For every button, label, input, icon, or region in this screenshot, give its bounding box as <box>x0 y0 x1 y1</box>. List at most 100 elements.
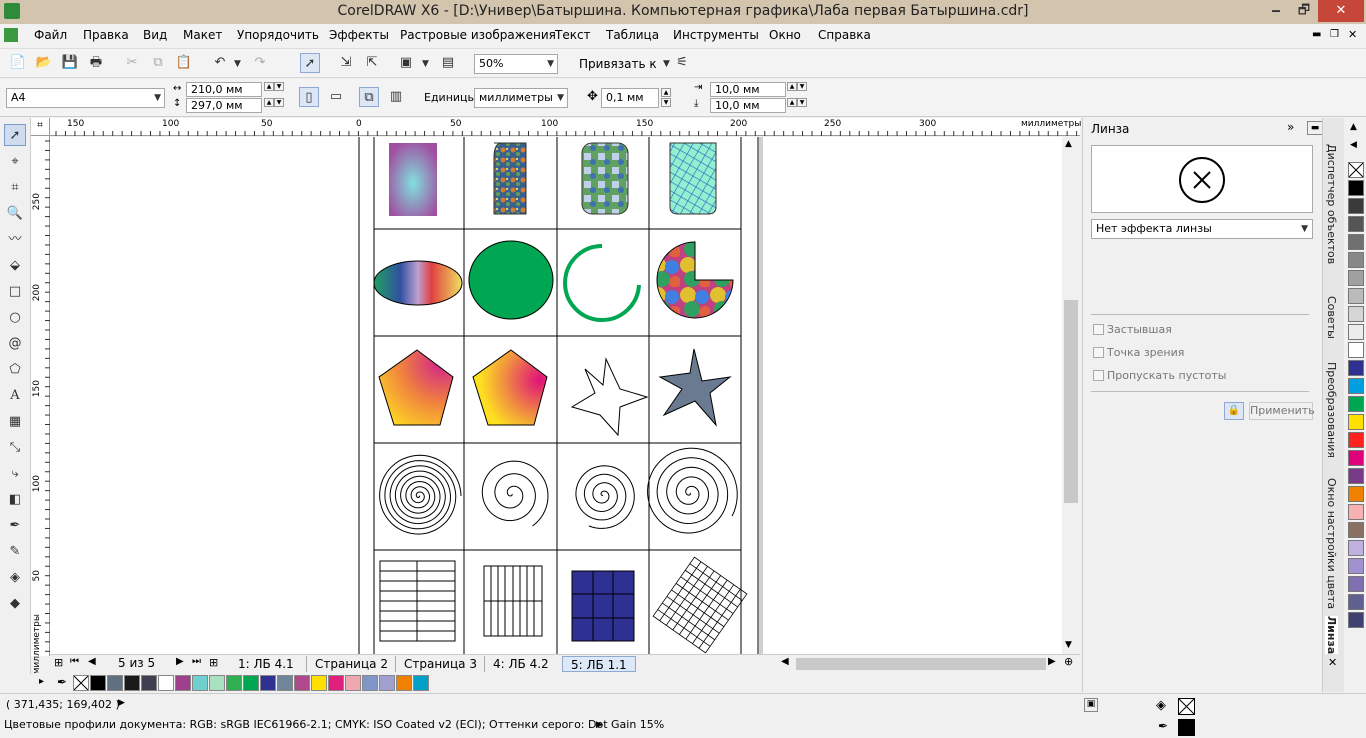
color-swatch[interactable] <box>226 675 242 691</box>
connector-tool-icon[interactable]: ⤷ <box>4 463 26 485</box>
page-width-field[interactable]: 210,0 мм <box>186 82 262 97</box>
frozen-checkbox[interactable] <box>1093 324 1104 335</box>
all-pages-icon[interactable]: ⧉ <box>359 87 379 107</box>
menu-file[interactable]: Файл <box>34 28 67 42</box>
zoom-level-select[interactable]: 50% ▼ <box>474 54 558 74</box>
minimize-button[interactable]: 🗕 <box>1262 0 1290 22</box>
redo-icon[interactable]: ↷ <box>250 53 270 73</box>
menu-bitmaps[interactable]: Растровые изображения <box>400 28 556 42</box>
new-icon[interactable]: 📄 <box>8 53 28 73</box>
snap-dropdown-icon[interactable]: ▼ <box>663 59 670 69</box>
dimension-tool-icon[interactable]: ⤡ <box>4 437 26 459</box>
color-swatch[interactable] <box>1348 378 1364 394</box>
outline-pen-icon[interactable]: ✎ <box>4 541 26 563</box>
scroll-up-icon[interactable]: ▲ <box>1065 139 1072 149</box>
menu-help[interactable]: Справка <box>818 28 871 42</box>
color-swatch[interactable] <box>1348 360 1364 376</box>
color-swatch[interactable] <box>243 675 259 691</box>
color-swatch[interactable] <box>379 675 395 691</box>
export-icon[interactable]: ⇱ <box>362 53 382 73</box>
lock-icon[interactable]: 🔒 <box>1224 402 1244 420</box>
tab-object-manager[interactable]: Диспетчер объектов <box>1325 144 1338 264</box>
color-swatch[interactable] <box>1348 252 1364 268</box>
color-swatch[interactable] <box>345 675 361 691</box>
page-size-select[interactable]: A4 ▼ <box>6 88 165 108</box>
undo-icon[interactable]: ↶ <box>210 53 230 73</box>
options-icon[interactable]: ⚟ <box>672 53 692 73</box>
color-swatch[interactable] <box>1348 486 1364 502</box>
color-swatch[interactable] <box>1348 558 1364 574</box>
menu-window[interactable]: Окно <box>769 28 801 42</box>
color-swatch[interactable] <box>90 675 106 691</box>
color-swatch[interactable] <box>1348 504 1364 520</box>
first-page-icon[interactable]: ⏮ <box>70 656 79 667</box>
import-icon[interactable]: ⇲ <box>336 53 356 73</box>
close-button[interactable]: ✕ <box>1318 0 1364 22</box>
color-swatch[interactable] <box>209 675 225 691</box>
dupx-spin-up[interactable]: ▲ <box>787 82 797 91</box>
dupx-spin-down[interactable]: ▼ <box>797 82 807 91</box>
eyedropper-icon[interactable]: ✒ <box>4 515 26 537</box>
menu-edit[interactable]: Правка <box>83 28 129 42</box>
page-tab-2[interactable]: Страница 2 <box>306 656 396 672</box>
duplicate-x-field[interactable]: 10,0 мм <box>710 82 786 97</box>
next-page-icon[interactable]: ▶ <box>176 656 184 667</box>
color-swatch[interactable] <box>260 675 276 691</box>
rectangle-tool-icon[interactable]: □ <box>4 281 26 303</box>
tab-hints[interactable]: Советы <box>1325 296 1338 339</box>
color-swatch[interactable] <box>413 675 429 691</box>
tab-lens[interactable]: Линза <box>1325 616 1338 655</box>
add-page-before-icon[interactable]: ⊞ <box>54 656 63 669</box>
color-swatch[interactable] <box>1348 522 1364 538</box>
color-swatch[interactable] <box>1348 180 1364 196</box>
page-tab-5-active[interactable]: 5: ЛБ 1.1 <box>562 656 636 672</box>
width-spin-down[interactable]: ▼ <box>274 82 284 91</box>
page-height-field[interactable]: 297,0 мм <box>186 98 262 113</box>
save-icon[interactable]: 💾 <box>60 53 80 73</box>
color-swatch[interactable] <box>277 675 293 691</box>
print-icon[interactable]: 🖶 <box>86 53 106 73</box>
fill-color-indicator[interactable] <box>1178 698 1195 715</box>
scroll-thumb[interactable] <box>1064 300 1078 503</box>
color-swatch[interactable] <box>141 675 157 691</box>
tab-color-settings[interactable]: Окно настройки цвета <box>1325 478 1338 609</box>
freehand-tool-icon[interactable]: 〰 <box>4 229 26 251</box>
lens-type-select[interactable]: Нет эффекта линзы ▼ <box>1091 219 1313 239</box>
ellipse-tool-icon[interactable]: ○ <box>4 307 26 329</box>
color-swatch[interactable] <box>1348 450 1364 466</box>
pick-tool-icon[interactable]: ➚ <box>4 124 26 146</box>
menu-table[interactable]: Таблица <box>606 28 659 42</box>
duplicate-y-field[interactable]: 10,0 мм <box>710 98 786 113</box>
fill-tool-icon[interactable]: ◈ <box>4 567 26 589</box>
open-icon[interactable]: 📂 <box>34 53 54 73</box>
color-swatch[interactable] <box>1348 288 1364 304</box>
cut-icon[interactable]: ✂ <box>122 53 142 73</box>
remove-face-checkbox[interactable] <box>1093 370 1104 381</box>
interactive-fill-icon[interactable]: ◆ <box>4 593 26 615</box>
apply-button[interactable]: Применить <box>1249 402 1315 420</box>
no-color-swatch[interactable] <box>1348 162 1364 178</box>
dupy-spin-down[interactable]: ▼ <box>797 98 807 107</box>
shape-tool-icon[interactable]: ⌖ <box>4 151 26 173</box>
color-swatch[interactable] <box>1348 234 1364 250</box>
collapse-icon[interactable]: » <box>1287 120 1294 134</box>
doc-minimize-icon[interactable]: ▬ <box>1312 29 1321 40</box>
horizontal-ruler[interactable]: ⌗ 150 100 50 0 50 100 150 200 250 300 ми… <box>31 118 1081 136</box>
app-launcher-icon[interactable]: ▤ <box>438 53 458 73</box>
color-swatch[interactable] <box>1348 432 1364 448</box>
search-content-icon[interactable]: ➚ <box>300 53 320 73</box>
width-spin-up[interactable]: ▲ <box>264 82 274 91</box>
smart-fill-icon[interactable]: ⬙ <box>4 255 26 277</box>
nudge-distance-field[interactable]: 0,1 мм <box>601 88 659 108</box>
snap-to-button[interactable]: Привязать к <box>579 57 657 71</box>
color-swatch[interactable] <box>1348 216 1364 232</box>
units-select[interactable]: миллиметры ▼ <box>474 88 568 108</box>
add-page-after-icon[interactable]: ⊞ <box>209 656 218 669</box>
scroll-right-icon[interactable]: ▶ <box>1048 656 1056 667</box>
color-swatch[interactable] <box>1348 324 1364 340</box>
color-swatch[interactable] <box>362 675 378 691</box>
polygon-tool-icon[interactable]: @ <box>4 333 26 355</box>
snap-status-icon[interactable]: ▣ <box>1084 698 1098 712</box>
color-swatch[interactable] <box>192 675 208 691</box>
page-tab-4[interactable]: 4: ЛБ 4.2 <box>484 656 557 672</box>
